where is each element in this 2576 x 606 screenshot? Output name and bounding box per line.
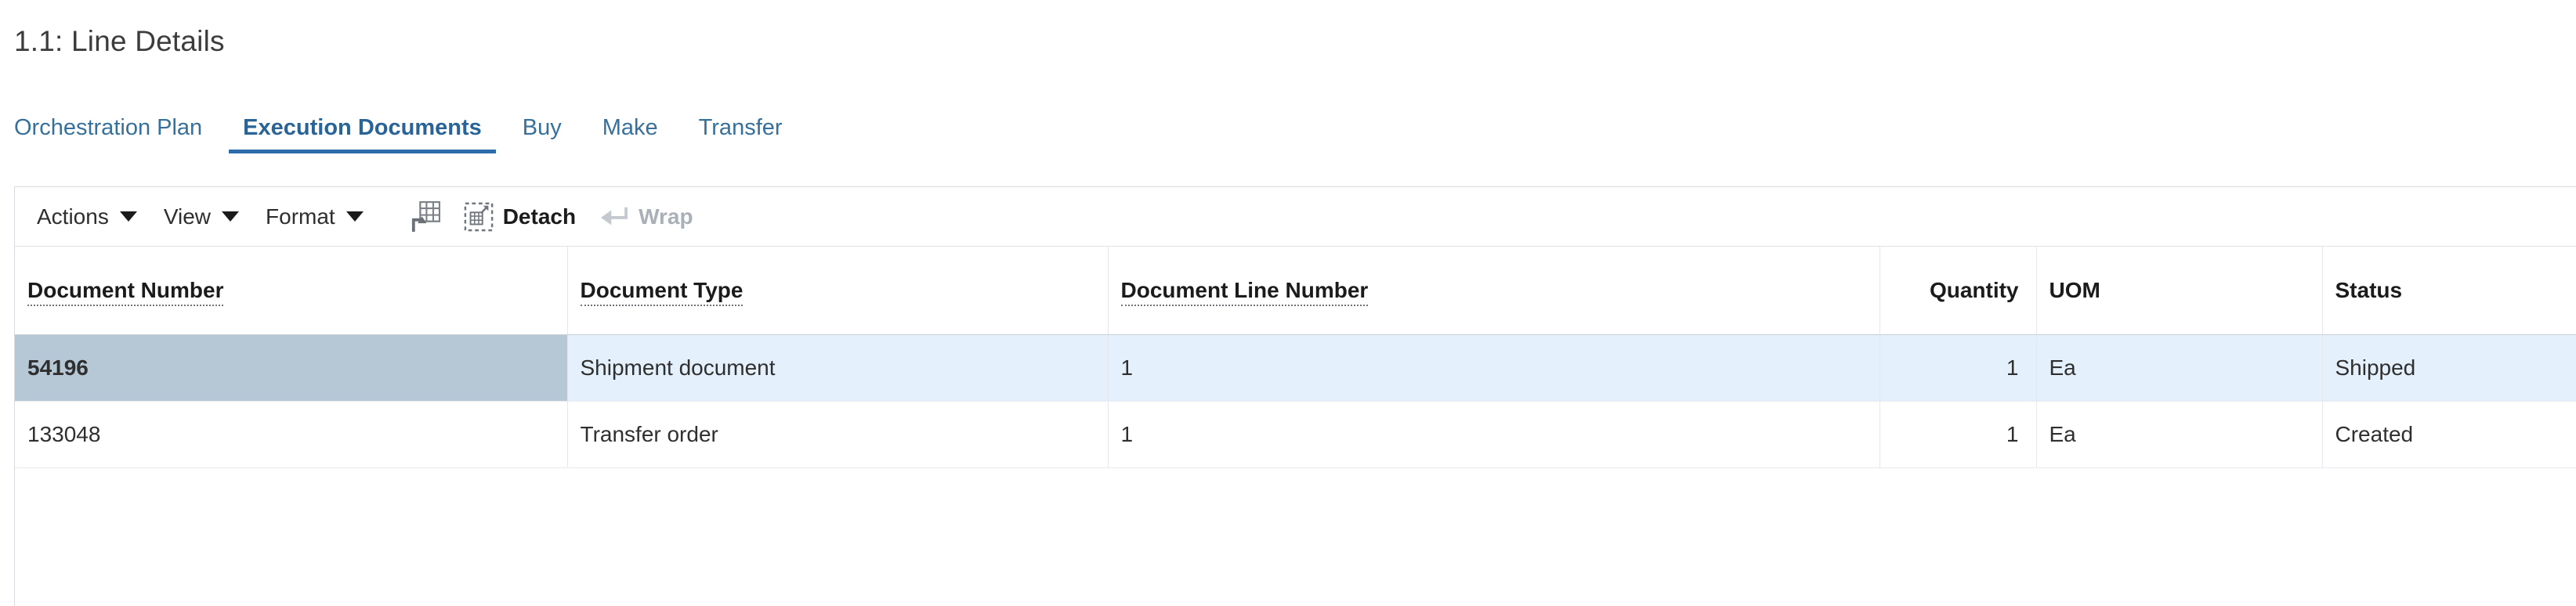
column-header-label: Quantity bbox=[1929, 277, 2019, 302]
column-header-document-line-number[interactable]: Document Line Number bbox=[1108, 247, 1880, 335]
cell-document-type[interactable]: Shipment document bbox=[567, 334, 1109, 402]
tab-label: Orchestration Plan bbox=[14, 115, 203, 140]
format-menu-label: Format bbox=[266, 204, 335, 229]
column-header-label: Document Type bbox=[580, 277, 743, 306]
actions-menu-label: Actions bbox=[37, 204, 109, 229]
cell-document-line-number[interactable]: 1 bbox=[1108, 334, 1880, 402]
cell-document-type[interactable]: Transfer order bbox=[567, 401, 1109, 468]
tab-execution-documents[interactable]: Execution Documents bbox=[229, 115, 496, 154]
chevron-down-icon bbox=[346, 211, 364, 222]
cell-document-line-number[interactable]: 1 bbox=[1108, 401, 1880, 468]
wrap-button[interactable]: Wrap bbox=[599, 204, 693, 229]
tab-buy[interactable]: Buy bbox=[523, 116, 562, 153]
cell-document-number-link[interactable]: 133048 bbox=[15, 401, 568, 468]
wrap-label: Wrap bbox=[639, 204, 693, 229]
tab-label: Make bbox=[602, 115, 658, 140]
column-header-uom[interactable]: UOM bbox=[2036, 247, 2323, 335]
table-header: Document Number Document Type Document L… bbox=[15, 247, 2576, 335]
table-body: 54196 Shipment document 1 1 Ea Shipped 1… bbox=[15, 334, 2576, 468]
tab-orchestration-plan[interactable]: Orchestration Plan bbox=[14, 116, 202, 153]
tab-label: Transfer bbox=[698, 115, 783, 140]
execution-documents-panel: Actions View Format Detach Wrap Document… bbox=[14, 186, 2576, 606]
column-header-label: Document Number bbox=[27, 277, 224, 306]
execution-documents-table: Document Number Document Type Document L… bbox=[15, 247, 2576, 468]
cell-quantity[interactable]: 1 bbox=[1880, 334, 2037, 402]
table-toolbar: Actions View Format Detach Wrap bbox=[15, 187, 2576, 247]
tab-label: Buy bbox=[522, 115, 562, 140]
tab-transfer[interactable]: Transfer bbox=[699, 116, 783, 153]
table-row[interactable]: 133048 Transfer order 1 1 Ea Created bbox=[15, 401, 2576, 468]
actions-menu-button[interactable]: Actions bbox=[37, 204, 137, 229]
cell-quantity[interactable]: 1 bbox=[1880, 401, 2037, 468]
tab-make[interactable]: Make bbox=[602, 116, 658, 153]
view-menu-label: View bbox=[163, 204, 212, 229]
table-row[interactable]: 54196 Shipment document 1 1 Ea Shipped bbox=[15, 334, 2576, 402]
freeze-columns-icon bbox=[411, 200, 440, 232]
tab-label: Execution Documents bbox=[243, 115, 482, 140]
view-menu-button[interactable]: View bbox=[163, 204, 240, 229]
cell-status[interactable]: Created bbox=[2322, 401, 2576, 468]
cell-uom[interactable]: Ea bbox=[2036, 334, 2323, 402]
column-header-label: Document Line Number bbox=[1120, 277, 1369, 306]
column-header-status[interactable]: Status bbox=[2322, 247, 2576, 335]
tab-strip: Orchestration Plan Execution Documents B… bbox=[14, 116, 783, 158]
detach-icon bbox=[464, 202, 494, 231]
column-header-quantity[interactable]: Quantity bbox=[1880, 247, 2037, 335]
column-header-label: Status bbox=[2335, 277, 2403, 302]
chevron-down-icon bbox=[119, 211, 137, 222]
format-menu-button[interactable]: Format bbox=[266, 204, 364, 229]
cell-uom[interactable]: Ea bbox=[2036, 401, 2323, 468]
detach-label: Detach bbox=[502, 204, 577, 229]
freeze-columns-button[interactable] bbox=[411, 200, 440, 233]
chevron-down-icon bbox=[222, 211, 240, 222]
column-header-document-type[interactable]: Document Type bbox=[567, 247, 1109, 335]
column-header-label: UOM bbox=[2049, 277, 2100, 302]
cell-status[interactable]: Shipped bbox=[2322, 334, 2576, 402]
column-header-document-number[interactable]: Document Number bbox=[15, 247, 568, 335]
detach-button[interactable]: Detach bbox=[464, 202, 576, 232]
wrap-text-icon bbox=[601, 207, 628, 225]
line-details-page: 1.1: Line Details Orchestration Plan Exe… bbox=[0, 0, 2576, 606]
cell-document-number[interactable]: 54196 bbox=[15, 334, 568, 402]
header-row: Document Number Document Type Document L… bbox=[15, 247, 2576, 335]
page-title: 1.1: Line Details bbox=[14, 25, 225, 57]
